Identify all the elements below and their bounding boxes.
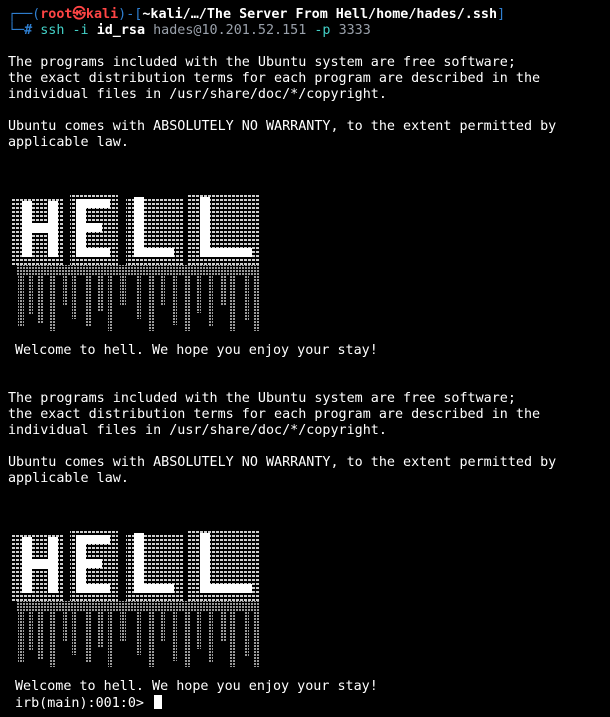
command-ssh: ssh xyxy=(40,23,65,38)
prompt-corner: └─ xyxy=(8,23,25,38)
motd-line: applicable law. xyxy=(8,135,129,150)
welcome-message: Welcome to hell. We hope you enjoy your … xyxy=(15,343,378,358)
prompt-bracket-close: ] xyxy=(497,7,506,22)
prompt-path: ~kali/…/The Server From Hell/home/hades/… xyxy=(142,7,498,22)
motd-block: The programs included with the Ubuntu sy… xyxy=(8,55,602,151)
hell-ascii-banner xyxy=(8,519,268,679)
command-flag-p: -p xyxy=(314,23,331,38)
welcome-message: Welcome to hell. We hope you enjoy your … xyxy=(15,679,378,694)
hell-ascii-art-icon xyxy=(12,195,260,331)
command-target: hades@10.201.52.151 xyxy=(153,23,307,38)
command-port: 3333 xyxy=(338,23,371,38)
motd-line: individual files in /usr/share/doc/*/cop… xyxy=(8,87,387,102)
motd-line: individual files in /usr/share/doc/*/cop… xyxy=(8,423,387,438)
motd-block: The programs included with the Ubuntu sy… xyxy=(8,391,602,487)
prompt-header-line: ┌──(root㉿kali)-[~kali/…/The Server From … xyxy=(8,7,602,23)
text-cursor[interactable] xyxy=(154,695,163,709)
irb-prompt-line[interactable]: irb(main):001:0> xyxy=(8,695,602,711)
prompt-bracket-mid: )-[ xyxy=(118,7,143,22)
motd-line: applicable law. xyxy=(8,471,129,486)
command-flag-i: -i xyxy=(72,23,89,38)
command-line: └─# ssh -i id_rsa hades@10.201.52.151 -p… xyxy=(8,23,602,39)
prompt-user-host: root㉿kali xyxy=(40,7,119,22)
motd-line: Ubuntu comes with ABSOLUTELY NO WARRANTY… xyxy=(8,455,557,470)
prompt-hash: # xyxy=(24,23,33,38)
motd-line: The programs included with the Ubuntu sy… xyxy=(8,55,516,70)
hell-ascii-art-icon xyxy=(12,531,260,667)
motd-line: The programs included with the Ubuntu sy… xyxy=(8,391,516,406)
hell-ascii-banner xyxy=(8,183,268,343)
terminal-window[interactable]: ┌──(root㉿kali)-[~kali/…/The Server From … xyxy=(0,0,610,717)
motd-line: the exact distribution terms for each pr… xyxy=(8,71,541,86)
command-key-file: id_rsa xyxy=(96,23,146,38)
motd-line: the exact distribution terms for each pr… xyxy=(8,407,541,422)
motd-line: Ubuntu comes with ABSOLUTELY NO WARRANTY… xyxy=(8,119,557,134)
irb-prompt: irb(main):001:0> xyxy=(15,696,153,711)
prompt-bracket-open: ┌──( xyxy=(8,7,41,22)
